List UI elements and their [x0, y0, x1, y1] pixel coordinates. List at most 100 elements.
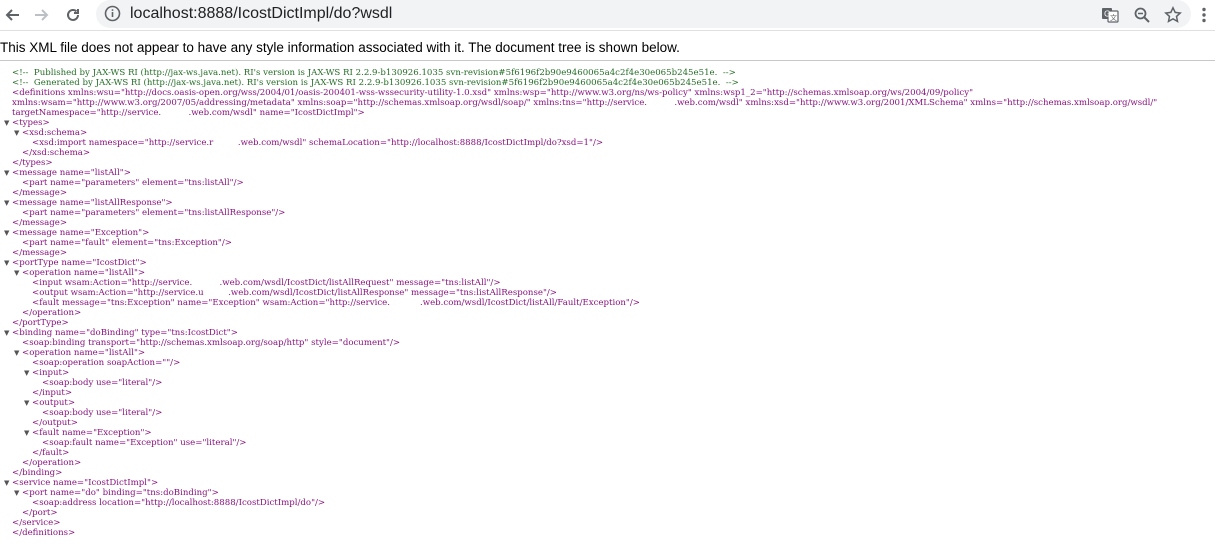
translate-icon: G 文: [1102, 8, 1119, 23]
xml-document-tree: <!-- Published by JAX-WS RI (http://jax-…: [4, 68, 1209, 538]
star-icon: [1164, 6, 1182, 23]
xml-line-text: <part name="fault" element="tns:Exceptio…: [22, 238, 232, 248]
svg-text:文: 文: [1110, 13, 1117, 22]
xml-line: ▼ <portType name="IcostDict">: [4, 258, 1209, 268]
xml-line: ▼ <input>: [4, 368, 1209, 378]
collapse-toggle-icon[interactable]: ▼: [14, 488, 22, 498]
xml-line-text: <!-- Published by JAX-WS RI (http://jax-…: [12, 68, 736, 78]
xml-line-text: <message name="listAll">: [12, 168, 131, 178]
xml-line: <soap:body use="literal"/>: [4, 378, 1209, 388]
xml-line: <part name="parameters" element="tns:lis…: [4, 178, 1209, 188]
xml-line-text: </portType>: [12, 318, 69, 328]
xml-line-text: </message>: [12, 248, 68, 258]
collapse-toggle-icon[interactable]: ▼: [24, 368, 32, 378]
translate-button[interactable]: G 文: [1099, 4, 1121, 26]
banner-text: This XML file does not appear to have an…: [0, 40, 680, 55]
collapse-toggle-icon[interactable]: ▼: [14, 348, 22, 358]
zoom-icon: [1134, 7, 1150, 23]
collapse-toggle-icon[interactable]: ▼: [4, 168, 12, 178]
xml-line: <output wsam:Action="http://service.u .w…: [4, 288, 1209, 298]
url-text[interactable]: localhost:8888/IcostDictImpl/do?wsdl: [130, 5, 392, 23]
xml-line-text: </message>: [12, 188, 68, 198]
zoom-button[interactable]: [1131, 4, 1153, 26]
collapse-toggle-icon[interactable]: ▼: [4, 228, 12, 238]
info-icon[interactable]: [104, 5, 121, 27]
xml-line-text: </xsd:schema>: [22, 148, 91, 158]
xml-line-text: <binding name="doBinding" type="tns:Icos…: [12, 328, 238, 338]
address-bar[interactable]: localhost:8888/IcostDictImpl/do?wsdl: [96, 0, 1191, 28]
xml-line: </message>: [4, 218, 1209, 228]
xml-line: </operation>: [4, 308, 1209, 318]
xml-line-text: </definitions>: [12, 528, 76, 538]
xml-line-text: <service name="IcostDictImpl">: [12, 478, 159, 488]
xml-line: ▼ <operation name="listAll">: [4, 268, 1209, 278]
collapse-toggle-icon[interactable]: ▼: [24, 398, 32, 408]
xml-line: ▼ <output>: [4, 398, 1209, 408]
collapse-toggle-icon[interactable]: ▼: [4, 258, 12, 268]
collapse-toggle-icon[interactable]: ▼: [24, 428, 32, 438]
back-button[interactable]: [2, 4, 24, 26]
xml-line: <soap:address location="http://localhost…: [4, 498, 1209, 508]
xml-line-text: <!-- Generated by JAX-WS RI (http://jax-…: [12, 78, 739, 88]
menu-dots-icon: [1202, 7, 1206, 23]
xml-line: ▼ <message name="listAllResponse">: [4, 198, 1209, 208]
xml-line: </output>: [4, 418, 1209, 428]
xml-line: ▼ <message name="listAll">: [4, 168, 1209, 178]
bookmark-button[interactable]: [1162, 4, 1184, 26]
xml-line-text: <message name="listAllResponse">: [12, 198, 173, 208]
collapse-toggle-icon[interactable]: ▼: [4, 118, 12, 128]
xml-line: </fault>: [4, 448, 1209, 458]
xml-line: </service>: [4, 518, 1209, 528]
xml-line-text: <input wsam:Action="http://service. .web…: [32, 278, 501, 288]
xml-line: ▼ <message name="Exception">: [4, 228, 1209, 238]
xml-line-text: <output wsam:Action="http://service.u .w…: [32, 288, 557, 298]
xml-line: targetNamespace="http://service. .web.co…: [4, 108, 1209, 118]
xml-line-text: </output>: [32, 418, 78, 428]
xml-line-text: </message>: [12, 218, 68, 228]
xml-line: ▼ <fault name="Exception">: [4, 428, 1209, 438]
xml-line: <!-- Published by JAX-WS RI (http://jax-…: [4, 68, 1209, 78]
xml-line-text: <soap:binding transport="http://schemas.…: [22, 338, 401, 348]
xml-line: </input>: [4, 388, 1209, 398]
xml-line-text: <xsd:import namespace="http://service.r …: [32, 138, 604, 148]
xml-line-text: <fault name="Exception">: [32, 428, 152, 438]
collapse-toggle-icon[interactable]: ▼: [14, 128, 22, 138]
collapse-toggle-icon[interactable]: ▼: [14, 268, 22, 278]
xml-line-text: <definitions xmlns:wsu="http://docs.oasi…: [12, 88, 974, 98]
xml-line: </binding>: [4, 468, 1209, 478]
xml-line: <soap:operation soapAction=""/>: [4, 358, 1209, 368]
xml-line-text: <part name="parameters" element="tns:lis…: [22, 208, 286, 218]
xml-line: <input wsam:Action="http://service. .web…: [4, 278, 1209, 288]
xml-line: <soap:body use="literal"/>: [4, 408, 1209, 418]
forward-arrow-icon: [35, 9, 49, 21]
xml-line: <definitions xmlns:wsu="http://docs.oasi…: [4, 88, 1209, 98]
xml-line: </xsd:schema>: [4, 148, 1209, 158]
xml-line-text: <soap:fault name="Exception" use="litera…: [42, 438, 247, 448]
collapse-toggle-icon[interactable]: ▼: [4, 328, 12, 338]
xml-line-text: <soap:body use="literal"/>: [42, 378, 163, 388]
xml-line-text: </input>: [32, 388, 73, 398]
xml-info-banner: This XML file does not appear to have an…: [0, 38, 1215, 61]
menu-button[interactable]: [1193, 4, 1215, 26]
xml-line-text: <soap:body use="literal"/>: [42, 408, 163, 418]
xml-line: <soap:binding transport="http://schemas.…: [4, 338, 1209, 348]
reload-button[interactable]: [62, 4, 84, 26]
collapse-toggle-icon[interactable]: ▼: [4, 198, 12, 208]
xml-line-text: </operation>: [22, 308, 82, 318]
xml-line-text: <part name="parameters" element="tns:lis…: [22, 178, 244, 188]
xml-line: ▼ <binding name="doBinding" type="tns:Ico…: [4, 328, 1209, 338]
xml-line: </definitions>: [4, 528, 1209, 538]
xml-line-text: xmlns:wsam="http://www.w3.org/2007/05/ad…: [12, 98, 1158, 108]
xml-line-text: targetNamespace="http://service. .web.co…: [12, 108, 365, 118]
xml-line: ▼ <service name="IcostDictImpl">: [4, 478, 1209, 488]
collapse-toggle-icon[interactable]: ▼: [4, 478, 12, 488]
forward-button[interactable]: [30, 4, 52, 26]
xml-line-text: <operation name="listAll">: [22, 348, 146, 358]
xml-line: ▼ <types>: [4, 118, 1209, 128]
xml-line: ▼ <port name="do" binding="tns:doBinding"…: [4, 488, 1209, 498]
xml-line-text: </fault>: [32, 448, 70, 458]
xml-line-text: <operation name="listAll">: [22, 268, 146, 278]
xml-line: </message>: [4, 248, 1209, 258]
xml-line: ▼ <xsd:schema>: [4, 128, 1209, 138]
xml-line-text: </operation>: [22, 458, 82, 468]
